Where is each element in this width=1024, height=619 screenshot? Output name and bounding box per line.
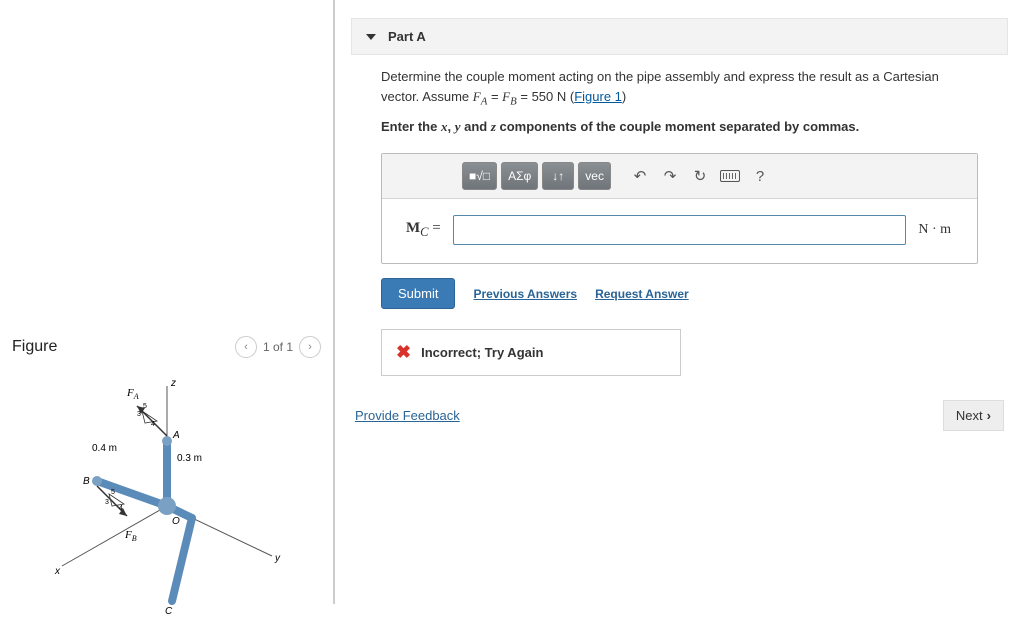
ratio-3a: 3	[137, 411, 141, 418]
provide-feedback-link[interactable]: Provide Feedback	[355, 408, 460, 423]
part-title: Part A	[388, 29, 426, 44]
ratio-3b: 3	[105, 499, 109, 506]
help-button[interactable]: ?	[747, 163, 773, 189]
figure-pane: Figure ‹ 1 of 1 ›	[0, 0, 335, 604]
figure-diagram: FA FB 0.4 m 0.3 m z y x A B O C 3 4 5 3 …	[37, 376, 297, 616]
incorrect-icon: ✖	[396, 342, 411, 363]
label-dim2: 0.3 m	[177, 453, 202, 464]
label-fa: FA	[126, 387, 139, 401]
previous-answers-link[interactable]: Previous Answers	[473, 287, 577, 301]
label-dim1: 0.4 m	[92, 443, 117, 454]
figure-next-button[interactable]: ›	[299, 336, 321, 358]
ratio-5a: 5	[143, 403, 147, 410]
figure-prev-button[interactable]: ‹	[235, 336, 257, 358]
feedback-box: ✖ Incorrect; Try Again	[381, 329, 681, 376]
answer-unit: N · m	[918, 222, 951, 238]
feedback-text: Incorrect; Try Again	[421, 345, 543, 360]
answer-label: MC =	[406, 220, 441, 240]
point-c: C	[165, 606, 173, 616]
caret-down-icon	[366, 34, 376, 40]
point-a: A	[172, 430, 180, 441]
reset-button[interactable]: ↻	[687, 163, 713, 189]
keyboard-button[interactable]	[717, 163, 743, 189]
prompt-text: Determine the couple moment acting on th…	[351, 55, 1008, 115]
answer-toolbar: ■√□ ΑΣφ ↓↑ vec ↶ ↷ ↻ ?	[382, 154, 977, 199]
question-pane: Part A Determine the couple moment actin…	[335, 0, 1024, 604]
keyboard-icon	[720, 170, 740, 182]
vec-button[interactable]: vec	[578, 162, 611, 190]
axis-y: y	[274, 553, 281, 564]
figure-image: FA FB 0.4 m 0.3 m z y x A B O C 3 4 5 3 …	[37, 376, 297, 616]
answer-row: MC = N · m	[382, 199, 977, 263]
figure-header: Figure ‹ 1 of 1 ›	[0, 330, 333, 364]
ratio-4b: 4	[119, 505, 123, 512]
submit-button[interactable]: Submit	[381, 278, 455, 309]
templates-button[interactable]: ■√□	[462, 162, 497, 190]
greek-button[interactable]: ΑΣφ	[501, 162, 538, 190]
ratio-5b: 5	[111, 489, 115, 496]
figure-nav: ‹ 1 of 1 ›	[235, 336, 321, 358]
figure-nav-text: 1 of 1	[263, 340, 293, 354]
point-o: O	[172, 516, 180, 527]
action-row: Submit Previous Answers Request Answer	[351, 278, 1008, 321]
footer-row: Provide Feedback Next ›	[351, 392, 1008, 431]
subsup-button[interactable]: ↓↑	[542, 162, 574, 190]
answer-input[interactable]	[453, 215, 907, 245]
point-b: B	[83, 476, 90, 487]
redo-button[interactable]: ↷	[657, 163, 683, 189]
sub-prompt: Enter the x, y and z components of the c…	[351, 115, 1008, 145]
part-header[interactable]: Part A	[351, 18, 1008, 55]
axis-x: x	[54, 566, 61, 577]
request-answer-link[interactable]: Request Answer	[595, 287, 689, 301]
ratio-4a: 4	[151, 421, 155, 428]
answer-box: ■√□ ΑΣφ ↓↑ vec ↶ ↷ ↻ ? MC = N · m	[381, 153, 978, 264]
label-fb: FB	[124, 529, 137, 543]
figure-title: Figure	[12, 338, 57, 356]
axis-z: z	[170, 378, 176, 389]
next-button[interactable]: Next ›	[943, 400, 1004, 431]
figure-link[interactable]: Figure 1	[574, 89, 622, 104]
chevron-right-icon: ›	[987, 408, 991, 423]
undo-button[interactable]: ↶	[627, 163, 653, 189]
